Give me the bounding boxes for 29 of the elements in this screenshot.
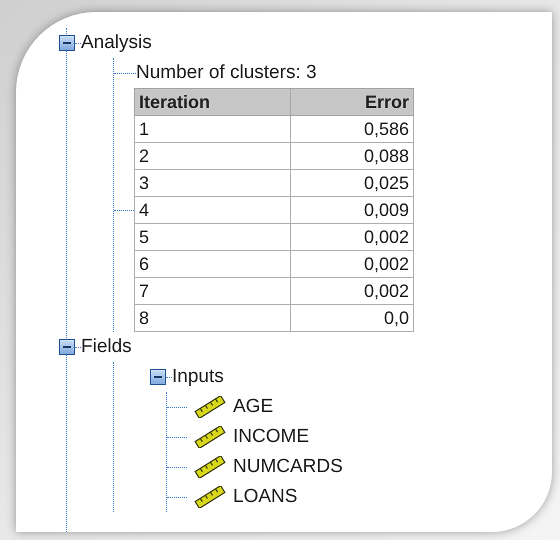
table-cell: 0,002: [290, 278, 414, 304]
collapse-icon[interactable]: [59, 339, 75, 355]
table-cell: 8: [134, 304, 290, 332]
table-cell: 4: [134, 196, 290, 224]
table-cell: 0,002: [290, 250, 414, 278]
table-cell: 0,0: [290, 304, 414, 332]
column-header: Error: [290, 88, 414, 116]
table-cell: 7: [134, 278, 290, 304]
tree-label[interactable]: AGE: [233, 392, 274, 422]
table-cell: 0,088: [290, 142, 414, 170]
tree-label[interactable]: INCOME: [233, 422, 309, 452]
tree-label[interactable]: Analysis: [81, 28, 152, 58]
table-cell: 0,009: [290, 196, 414, 224]
tree-label[interactable]: LOANS: [233, 482, 298, 512]
collapse-icon[interactable]: [59, 35, 75, 51]
column-header: Iteration: [134, 88, 290, 116]
table-cell: 5: [134, 224, 290, 250]
table-cell: 0,586: [290, 116, 414, 142]
tree-label[interactable]: Fields: [81, 332, 132, 362]
table-cell: 1: [134, 116, 290, 142]
table-cell: 3: [134, 170, 290, 196]
table-cell: 2: [134, 142, 290, 170]
tree-label[interactable]: Inputs: [172, 362, 224, 392]
table-cell: 0,025: [290, 170, 414, 196]
table-cell: 6: [134, 250, 290, 278]
table-cell: 0,002: [290, 224, 414, 250]
tree-label[interactable]: Number of clusters: 3: [136, 58, 317, 88]
tree-label[interactable]: NUMCARDS: [233, 452, 343, 482]
collapse-icon[interactable]: [150, 369, 166, 385]
